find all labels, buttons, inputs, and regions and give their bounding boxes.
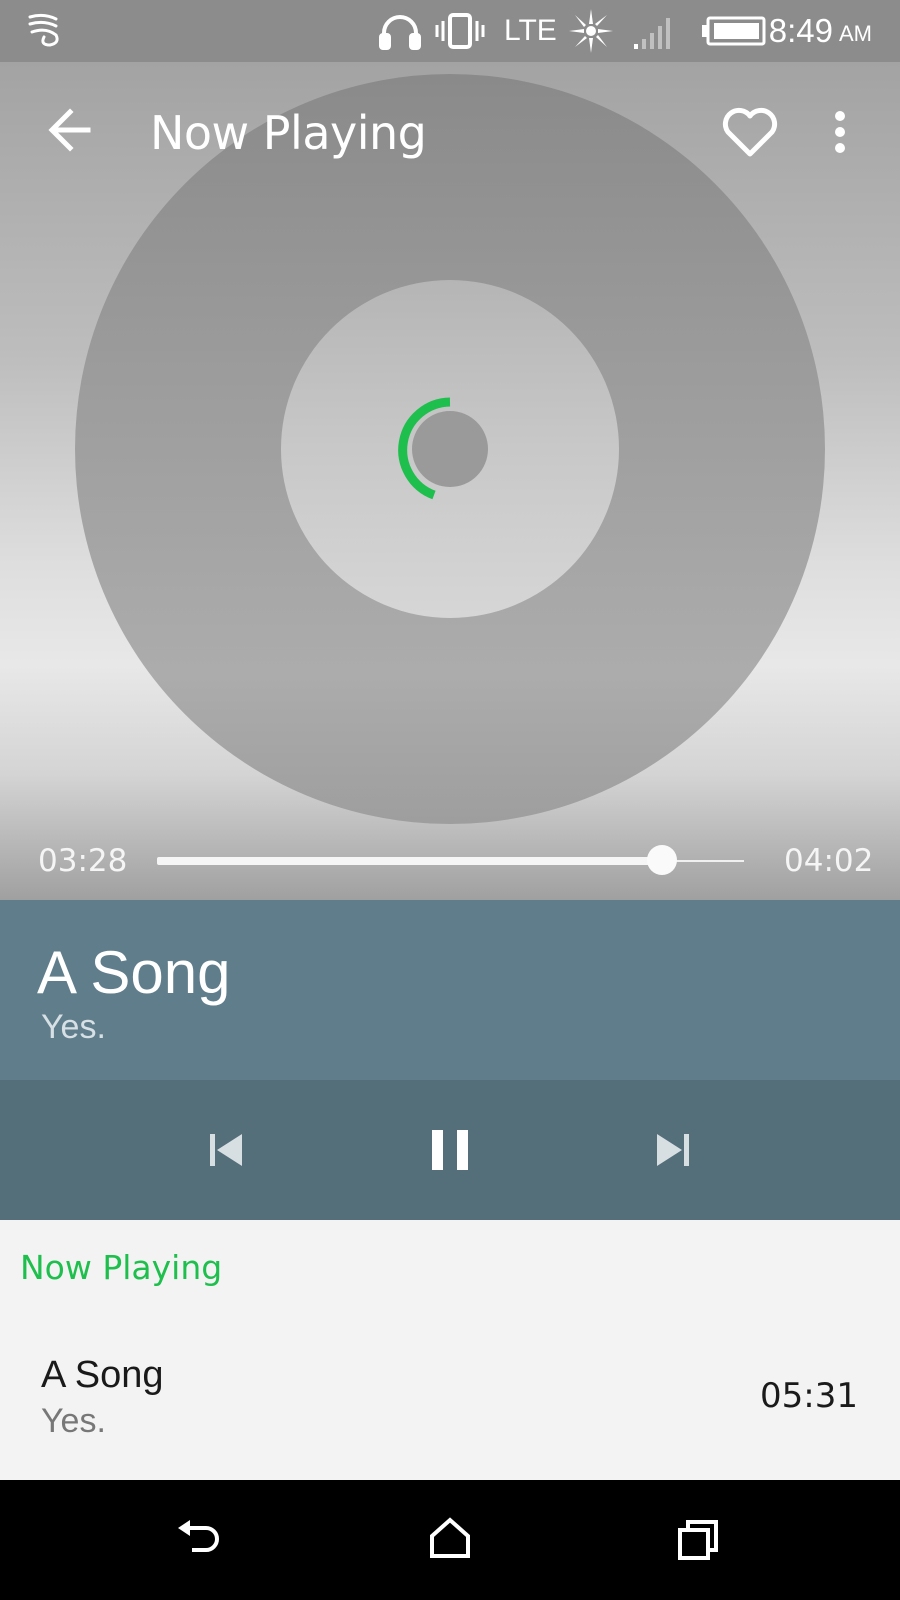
queue-header: Now Playing bbox=[20, 1248, 223, 1287]
back-button[interactable] bbox=[40, 100, 100, 160]
nav-back-button[interactable] bbox=[170, 1510, 230, 1570]
next-button[interactable] bbox=[641, 1118, 705, 1182]
song-info-panel: A Song Yes. bbox=[0, 900, 900, 1080]
elapsed-time: 03:28 bbox=[38, 843, 128, 879]
more-options-button[interactable] bbox=[820, 104, 860, 160]
queue-list: Now Playing A Song Yes. 05:31 bbox=[0, 1220, 900, 1480]
system-nav-bar bbox=[0, 1480, 900, 1600]
pause-icon bbox=[432, 1130, 468, 1170]
seek-bar[interactable] bbox=[157, 845, 744, 875]
loading-spinner-icon bbox=[398, 397, 451, 500]
album-art-area bbox=[0, 62, 900, 900]
seek-bar-thumb[interactable] bbox=[646, 845, 677, 875]
total-time: 04:02 bbox=[784, 843, 874, 879]
nav-recents-button[interactable] bbox=[670, 1510, 730, 1570]
list-item[interactable]: A Song Yes. 05:31 bbox=[0, 1330, 900, 1460]
seek-bar-progress bbox=[157, 857, 662, 865]
more-vert-icon bbox=[835, 111, 845, 153]
favorite-button[interactable] bbox=[720, 104, 780, 160]
queue-item-artist: Yes. bbox=[41, 1402, 106, 1440]
arrow-left-icon bbox=[48, 108, 91, 152]
home-nav-icon bbox=[430, 1517, 470, 1558]
nav-home-button[interactable] bbox=[420, 1510, 480, 1570]
skip-previous-icon bbox=[210, 1134, 242, 1166]
pause-button[interactable] bbox=[418, 1118, 482, 1182]
heart-outline-icon bbox=[722, 107, 778, 157]
recents-nav-icon bbox=[678, 1520, 718, 1560]
song-title: A Song bbox=[37, 939, 231, 1006]
queue-item-duration: 05:31 bbox=[760, 1376, 858, 1416]
playback-controls bbox=[0, 1080, 900, 1220]
previous-button[interactable] bbox=[194, 1118, 258, 1182]
skip-next-icon bbox=[657, 1134, 689, 1166]
page-title: Now Playing bbox=[150, 106, 427, 160]
app-bar: Now Playing bbox=[0, 0, 900, 160]
queue-item-title: A Song bbox=[41, 1354, 164, 1396]
song-artist: Yes. bbox=[41, 1008, 106, 1046]
back-nav-icon bbox=[178, 1520, 219, 1552]
